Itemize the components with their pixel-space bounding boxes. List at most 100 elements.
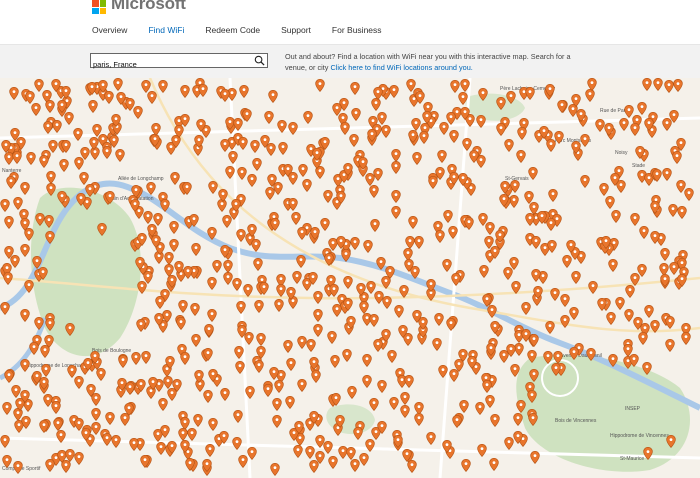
wifi-location-pin[interactable] xyxy=(39,420,49,433)
wifi-location-pin[interactable] xyxy=(64,112,74,125)
wifi-location-pin[interactable] xyxy=(635,146,645,159)
wifi-location-pin[interactable] xyxy=(65,449,75,462)
wifi-location-pin[interactable] xyxy=(330,355,340,368)
wifi-location-pin[interactable] xyxy=(285,396,295,409)
nav-find-wifi[interactable]: Find WiFi xyxy=(148,25,184,35)
wifi-location-pin[interactable] xyxy=(0,302,10,315)
wifi-location-pin[interactable] xyxy=(89,137,99,150)
wifi-location-pin[interactable] xyxy=(277,120,287,133)
wifi-location-pin[interactable] xyxy=(29,342,39,355)
wifi-location-pin[interactable] xyxy=(362,354,372,367)
wifi-location-pin[interactable] xyxy=(389,85,399,98)
wifi-location-pin[interactable] xyxy=(131,352,141,365)
wifi-location-pin[interactable] xyxy=(546,218,556,231)
wifi-location-pin[interactable] xyxy=(220,388,230,401)
wifi-location-pin[interactable] xyxy=(650,231,660,244)
wifi-location-pin[interactable] xyxy=(20,359,30,372)
wifi-location-pin[interactable] xyxy=(4,216,14,229)
wifi-location-pin[interactable] xyxy=(408,216,418,229)
wifi-location-pin[interactable] xyxy=(91,408,101,421)
wifi-location-pin[interactable] xyxy=(642,78,652,91)
wifi-location-pin[interactable] xyxy=(67,365,77,378)
wifi-location-pin[interactable] xyxy=(38,267,48,280)
find-wifi-nearby-link[interactable]: Click here to find WiFi locations around… xyxy=(330,63,472,72)
wifi-location-pin[interactable] xyxy=(272,415,282,428)
wifi-location-pin[interactable] xyxy=(499,194,509,207)
wifi-location-pin[interactable] xyxy=(207,277,217,290)
wifi-location-pin[interactable] xyxy=(660,248,670,261)
wifi-location-pin[interactable] xyxy=(0,435,10,448)
wifi-location-pin[interactable] xyxy=(484,236,494,249)
wifi-location-pin[interactable] xyxy=(198,84,208,97)
wifi-location-pin[interactable] xyxy=(312,148,322,161)
wifi-location-pin[interactable] xyxy=(571,94,581,107)
wifi-location-pin[interactable] xyxy=(272,398,282,411)
wifi-location-pin[interactable] xyxy=(238,137,248,150)
wifi-location-pin[interactable] xyxy=(672,151,682,164)
wifi-location-pin[interactable] xyxy=(308,272,318,285)
wifi-location-pin[interactable] xyxy=(644,305,654,318)
wifi-location-pin[interactable] xyxy=(236,229,246,242)
wifi-location-pin[interactable] xyxy=(46,183,56,196)
wifi-location-pin[interactable] xyxy=(580,175,590,188)
wifi-location-pin[interactable] xyxy=(571,271,581,284)
wifi-location-pin[interactable] xyxy=(26,152,36,165)
wifi-location-pin[interactable] xyxy=(183,266,193,279)
wifi-location-pin[interactable] xyxy=(381,276,391,289)
wifi-location-pin[interactable] xyxy=(59,159,69,172)
wifi-location-pin[interactable] xyxy=(527,350,537,363)
wifi-location-pin[interactable] xyxy=(220,245,230,258)
wifi-location-pin[interactable] xyxy=(91,393,101,406)
wifi-location-pin[interactable] xyxy=(178,300,188,313)
wifi-location-pin[interactable] xyxy=(676,138,686,151)
wifi-location-pin[interactable] xyxy=(547,240,557,253)
wifi-location-pin[interactable] xyxy=(442,259,452,272)
wifi-location-pin[interactable] xyxy=(4,246,14,259)
wifi-location-pin[interactable] xyxy=(597,298,607,311)
wifi-location-pin[interactable] xyxy=(580,134,590,147)
wifi-location-pin[interactable] xyxy=(343,163,353,176)
wifi-location-pin[interactable] xyxy=(24,280,34,293)
wifi-location-pin[interactable] xyxy=(562,255,572,268)
wifi-location-pin[interactable] xyxy=(133,106,143,119)
wifi-location-pin[interactable] xyxy=(315,435,325,448)
wifi-location-pin[interactable] xyxy=(236,301,246,314)
wifi-location-pin[interactable] xyxy=(194,370,204,383)
wifi-location-pin[interactable] xyxy=(373,87,383,100)
wifi-location-pin[interactable] xyxy=(1,140,11,153)
wifi-location-pin[interactable] xyxy=(297,227,307,240)
wifi-location-pin[interactable] xyxy=(606,312,616,325)
wifi-location-pin[interactable] xyxy=(164,264,174,277)
wifi-location-pin[interactable] xyxy=(303,111,313,124)
wifi-location-pin[interactable] xyxy=(530,451,540,464)
wifi-location-pin[interactable] xyxy=(136,319,146,332)
wifi-location-pin[interactable] xyxy=(343,276,353,289)
wifi-location-pin[interactable] xyxy=(130,199,140,212)
wifi-location-pin[interactable] xyxy=(358,157,368,170)
wifi-location-pin[interactable] xyxy=(426,279,436,292)
wifi-location-pin[interactable] xyxy=(165,356,175,369)
wifi-location-pin[interactable] xyxy=(4,370,14,383)
wifi-location-pin[interactable] xyxy=(169,221,179,234)
wifi-location-pin[interactable] xyxy=(359,453,369,466)
wifi-location-pin[interactable] xyxy=(662,168,672,181)
wifi-location-pin[interactable] xyxy=(370,219,380,232)
wifi-location-pin[interactable] xyxy=(39,155,49,168)
wifi-location-pin[interactable] xyxy=(482,294,492,307)
wifi-location-pin[interactable] xyxy=(193,414,203,427)
wifi-location-pin[interactable] xyxy=(164,252,174,265)
wifi-location-pin[interactable] xyxy=(254,300,264,313)
wifi-location-pin[interactable] xyxy=(546,139,556,152)
wifi-location-pin[interactable] xyxy=(232,278,242,291)
wifi-location-pin[interactable] xyxy=(426,432,436,445)
wifi-location-pin[interactable] xyxy=(665,316,675,329)
wifi-location-pin[interactable] xyxy=(560,294,570,307)
wifi-location-pin[interactable] xyxy=(237,325,247,338)
wifi-location-pin[interactable] xyxy=(343,298,353,311)
wifi-location-pin[interactable] xyxy=(115,149,125,162)
wifi-location-pin[interactable] xyxy=(136,379,146,392)
wifi-location-pin[interactable] xyxy=(587,78,597,91)
wifi-location-pin[interactable] xyxy=(664,80,674,93)
wifi-location-pin[interactable] xyxy=(630,213,640,226)
wifi-location-pin[interactable] xyxy=(349,134,359,147)
